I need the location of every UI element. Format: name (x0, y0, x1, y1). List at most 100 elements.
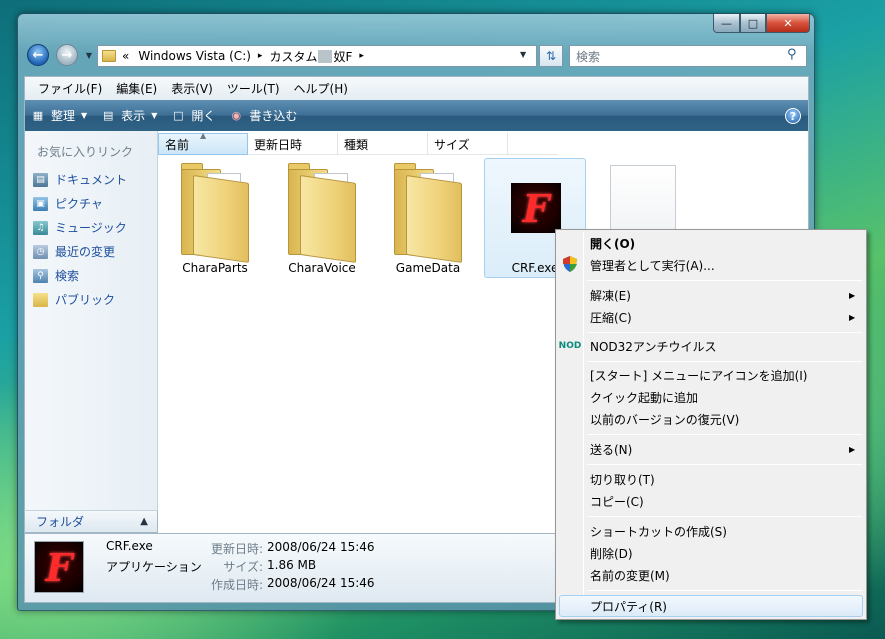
maximize-button[interactable]: □ (740, 14, 766, 33)
uac-shield-icon (562, 256, 578, 272)
sidebar-item-public[interactable]: パブリック (33, 291, 115, 308)
chevron-down-icon: ▼ (81, 111, 88, 120)
folder-icon (394, 163, 464, 263)
maximize-icon: □ (747, 16, 759, 30)
open-button[interactable]: □ 開く (171, 107, 215, 124)
chevron-up-icon: ▲ (140, 516, 148, 527)
column-type[interactable]: 種類 (338, 133, 428, 155)
view-button[interactable]: ▤ 表示 ▼ (101, 107, 157, 124)
list-item[interactable]: CharaParts (165, 155, 265, 280)
sidebar-item-label: 最近の変更 (55, 245, 116, 259)
sort-ascending-icon: ▲ (200, 131, 207, 140)
sidebar-item-pictures[interactable]: ▣ ピクチャ (33, 195, 103, 212)
menu-item-nod32[interactable]: NOD32アンチウイルス (590, 336, 716, 356)
menu-item-pin-start[interactable]: [スタート] メニューにアイコンを追加(I) (590, 365, 807, 385)
navigation-pane: お気に入りリンク ▤ ドキュメント ▣ ピクチャ ♫ ミュージック ◷ 最近の変… (24, 131, 158, 533)
menu-item-quick-launch[interactable]: クイック起動に追加 (590, 387, 698, 407)
folders-toggle[interactable]: フォルダ ▲ (24, 510, 158, 533)
search-input[interactable]: 検索 (569, 45, 807, 67)
antivirus-icon: NOD (558, 341, 582, 351)
menu-item-copy[interactable]: コピー(C) (590, 491, 644, 511)
refresh-icon: ⇅ (545, 49, 557, 63)
address-bar[interactable]: « Windows Vista (C:) ▸ カスタム 奴F ▸ (97, 45, 537, 67)
recent-pages-dropdown[interactable]: ▼ (83, 48, 95, 62)
submenu-arrow-icon: ▶ (849, 313, 856, 322)
help-icon[interactable]: ? (785, 108, 801, 124)
sidebar-item-music[interactable]: ♫ ミュージック (33, 219, 127, 236)
application-logo-icon: F (34, 541, 84, 593)
sidebar-item-label: パブリック (55, 293, 116, 307)
list-item[interactable]: CharaVoice (272, 155, 372, 280)
menu-item-open[interactable]: 開く(O) (590, 233, 635, 253)
menu-file[interactable]: ファイル(F) (31, 80, 109, 97)
search-icon[interactable]: ⚲ (787, 47, 797, 62)
refresh-button[interactable]: ⇅ (539, 45, 563, 67)
folder-icon (288, 163, 358, 263)
details-created-label: 作成日時: (210, 578, 263, 592)
details-created-value: 2008/06/24 15:46 (267, 576, 375, 590)
chevron-down-icon: ▼ (151, 111, 158, 120)
column-modified[interactable]: 更新日時 (248, 133, 338, 155)
menu-item-extract[interactable]: 解凍(E) (590, 285, 631, 305)
back-button[interactable]: ← (27, 44, 49, 66)
documents-icon: ▤ (33, 172, 48, 187)
column-size[interactable]: サイズ (428, 133, 508, 155)
column-headers: 名前 更新日時 種類 サイズ (158, 133, 558, 155)
minimize-icon: — (721, 16, 732, 30)
menu-item-rename[interactable]: 名前の変更(M) (590, 565, 670, 585)
context-menu: 開く(O) 管理者として実行(A)... 解凍(E) ▶ 圧縮(C) ▶ NOD… (555, 229, 867, 620)
address-dropdown[interactable]: ▼ (520, 50, 526, 59)
open-label: 開く (191, 109, 216, 123)
file-name: CharaParts (182, 261, 248, 275)
menu-help[interactable]: ヘルプ(H) (287, 80, 355, 97)
menu-item-delete[interactable]: 削除(D) (590, 543, 633, 563)
folders-label: フォルダ (36, 515, 85, 529)
menu-item-compress[interactable]: 圧縮(C) (590, 307, 632, 327)
sidebar-item-search[interactable]: ⚲ 検索 (33, 267, 79, 284)
menu-item-properties[interactable]: プロパティ(R) (590, 596, 667, 616)
menu-item-send-to[interactable]: 送る(N) (590, 439, 632, 459)
breadcrumb-separator[interactable]: ▸ (359, 51, 364, 61)
details-size-value: 1.86 MB (267, 558, 317, 572)
file-name: GameData (395, 261, 461, 275)
submenu-arrow-icon: ▶ (849, 291, 856, 300)
sidebar-item-recent[interactable]: ◷ 最近の変更 (33, 243, 115, 260)
music-icon: ♫ (33, 220, 48, 235)
menu-item-run-as-admin[interactable]: 管理者として実行(A)... (590, 255, 715, 275)
details-file-name: CRF.exe (106, 539, 153, 553)
forward-button[interactable]: → (56, 44, 78, 66)
breadcrumb-overflow[interactable]: « (122, 49, 129, 63)
menu-bar: ファイル(F) 編集(E) 表示(V) ツール(T) ヘルプ(H) (24, 76, 809, 100)
folder-icon (181, 163, 251, 263)
burn-label: 書き込む (249, 109, 298, 123)
menu-edit[interactable]: 編集(E) (109, 80, 164, 97)
favorite-links-header: お気に入りリンク (37, 145, 134, 159)
redacted-text (318, 49, 333, 63)
menu-view[interactable]: 表示(V) (164, 80, 220, 97)
menu-item-create-shortcut[interactable]: ショートカットの作成(S) (590, 521, 727, 541)
application-logo-icon: F (511, 183, 561, 233)
search-placeholder: 検索 (576, 49, 601, 64)
details-size-label: サイズ: (223, 560, 263, 574)
chevron-down-icon: ▼ (520, 50, 527, 59)
arrow-right-icon: → (61, 47, 73, 63)
breadcrumb-folder[interactable]: カスタム (269, 48, 317, 65)
breadcrumb-drive[interactable]: Windows Vista (C:) (138, 49, 251, 63)
sidebar-item-label: 検索 (55, 269, 80, 283)
arrow-left-icon: ← (32, 47, 44, 63)
sidebar-item-documents[interactable]: ▤ ドキュメント (33, 171, 127, 188)
menu-item-cut[interactable]: 切り取り(T) (590, 469, 655, 489)
menu-tools[interactable]: ツール(T) (220, 80, 287, 97)
organize-button[interactable]: ▦ 整理 ▼ (31, 107, 87, 124)
details-modified-value: 2008/06/24 15:46 (267, 540, 375, 554)
close-button[interactable]: ✕ (766, 14, 810, 33)
minimize-button[interactable]: — (713, 14, 740, 33)
organize-label: 整理 (51, 109, 76, 123)
burn-button[interactable]: ◉ 書き込む (229, 107, 298, 124)
list-item[interactable]: GameData (378, 155, 478, 280)
sidebar-item-label: ミュージック (55, 221, 127, 235)
views-icon: ▤ (102, 109, 114, 122)
menu-item-restore-versions[interactable]: 以前のバージョンの復元(V) (590, 409, 739, 429)
view-label: 表示 (121, 109, 146, 123)
breadcrumb-separator[interactable]: ▸ (258, 51, 263, 61)
